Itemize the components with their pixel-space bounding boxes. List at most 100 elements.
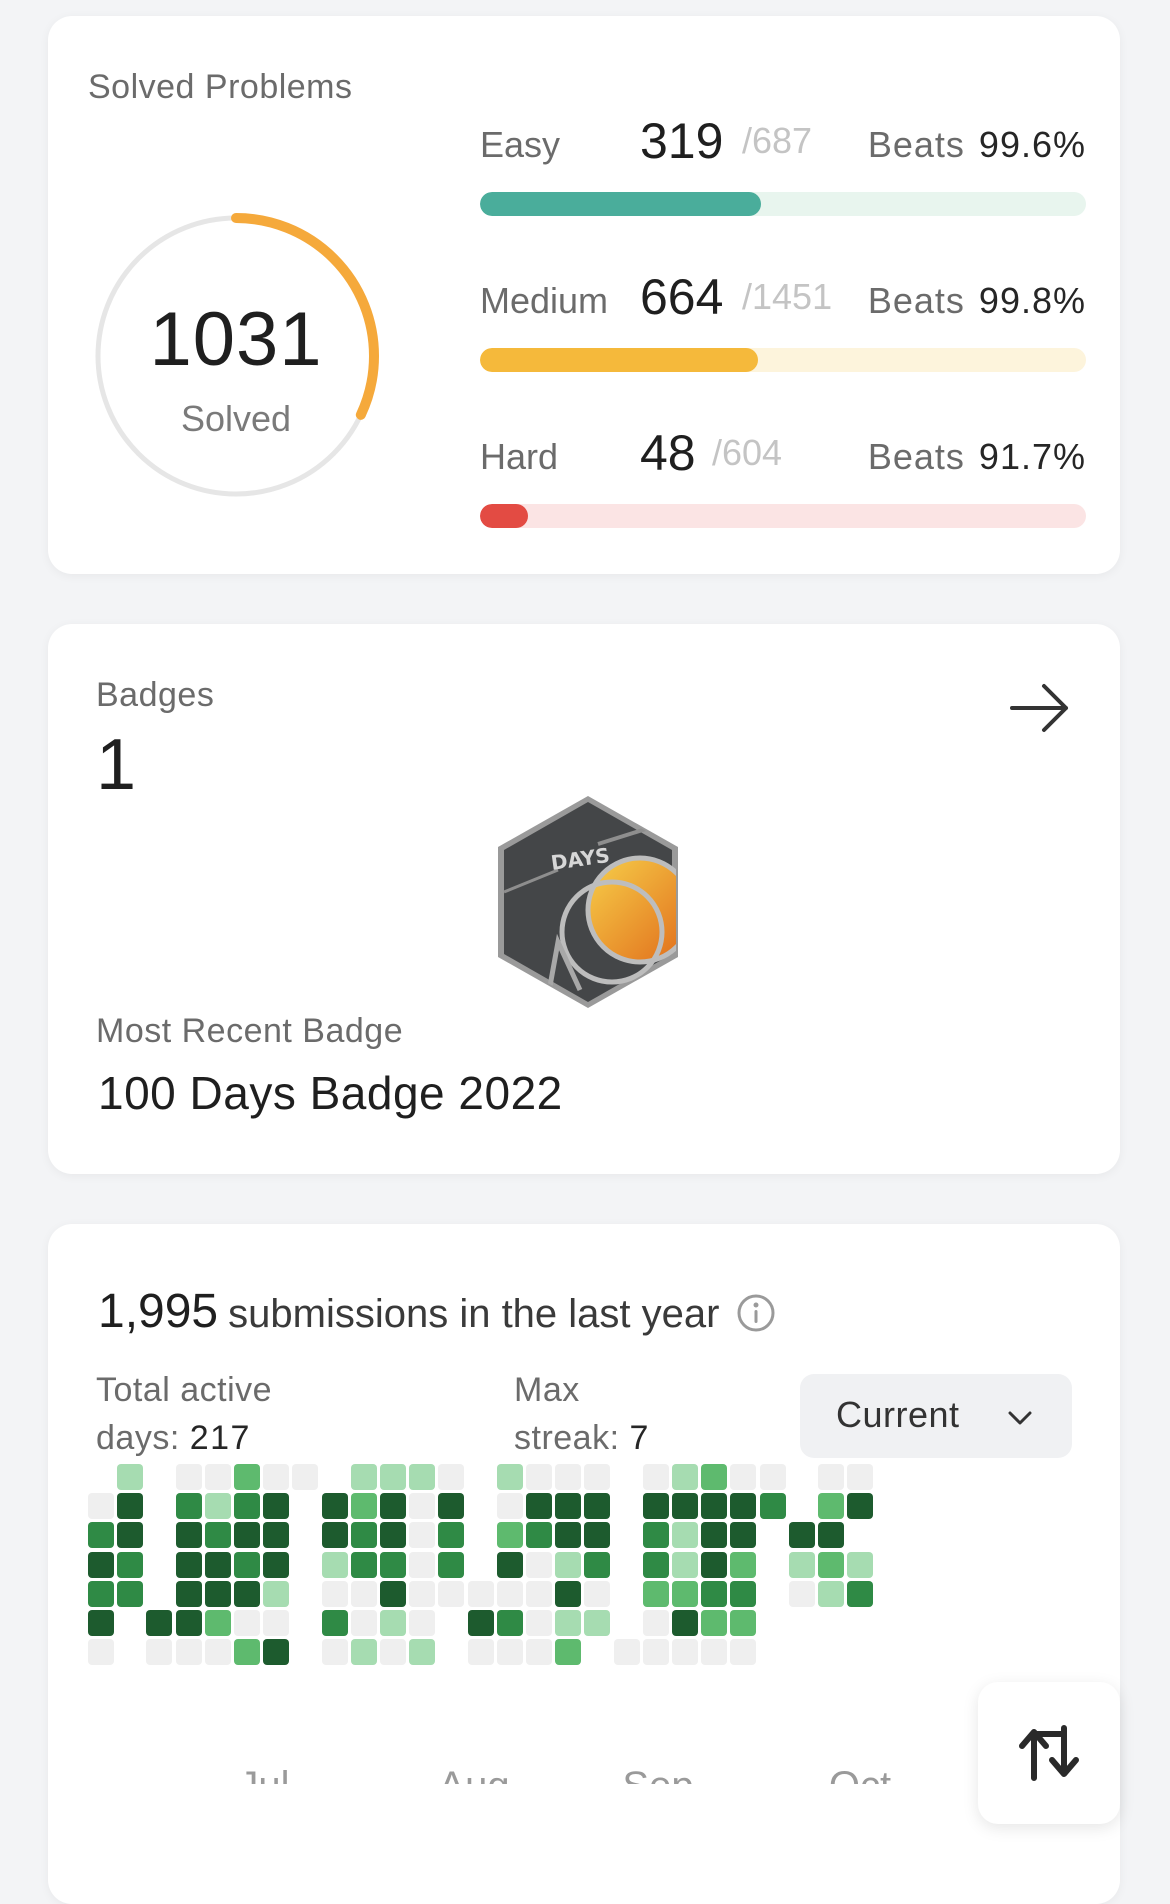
heatmap-cell[interactable] xyxy=(759,1493,786,1520)
heatmap-cell[interactable] xyxy=(526,1522,552,1549)
share-button[interactable] xyxy=(978,1682,1120,1824)
heatmap-cell[interactable] xyxy=(584,1610,611,1636)
heatmap-cell[interactable] xyxy=(117,1522,144,1549)
heatmap-cell[interactable] xyxy=(701,1639,728,1666)
heatmap-cell[interactable] xyxy=(380,1551,406,1578)
heatmap-cell[interactable] xyxy=(321,1639,348,1666)
heatmap-cell[interactable] xyxy=(204,1551,231,1578)
heatmap-cell[interactable] xyxy=(88,1522,114,1549)
heatmap-cell[interactable] xyxy=(88,1493,114,1520)
heatmap-cell[interactable] xyxy=(730,1522,757,1549)
heatmap-cell[interactable] xyxy=(818,1464,844,1490)
heatmap-cell[interactable] xyxy=(175,1580,202,1607)
heatmap-cell[interactable] xyxy=(234,1522,260,1549)
heatmap-cell[interactable] xyxy=(467,1639,494,1666)
heatmap-cell[interactable] xyxy=(672,1464,698,1490)
heatmap-cell[interactable] xyxy=(175,1610,202,1636)
heatmap-cell[interactable] xyxy=(88,1551,114,1578)
heatmap-cell[interactable] xyxy=(321,1522,348,1549)
heatmap-cell[interactable] xyxy=(409,1639,436,1666)
heatmap-cell[interactable] xyxy=(117,1464,144,1490)
heatmap-cell[interactable] xyxy=(788,1580,815,1607)
heatmap-cell[interactable] xyxy=(234,1551,260,1578)
heatmap-cell[interactable] xyxy=(555,1551,582,1578)
heatmap-cell[interactable] xyxy=(672,1522,698,1549)
heatmap-cell[interactable] xyxy=(409,1580,436,1607)
heatmap-cell[interactable] xyxy=(730,1551,757,1578)
heatmap-cell[interactable] xyxy=(526,1551,552,1578)
heatmap-cell[interactable] xyxy=(759,1464,786,1490)
heatmap-cell[interactable] xyxy=(263,1493,290,1520)
heatmap-cell[interactable] xyxy=(701,1580,728,1607)
heatmap-cell[interactable] xyxy=(642,1551,669,1578)
heatmap-cell[interactable] xyxy=(350,1464,377,1490)
heatmap-cell[interactable] xyxy=(847,1551,874,1578)
heatmap-cell[interactable] xyxy=(555,1580,582,1607)
heatmap-cell[interactable] xyxy=(234,1610,260,1636)
heatmap-cell[interactable] xyxy=(146,1639,173,1666)
heatmap-cell[interactable] xyxy=(146,1610,173,1636)
heatmap-cell[interactable] xyxy=(204,1464,231,1490)
heatmap-cell[interactable] xyxy=(584,1493,611,1520)
heatmap-cell[interactable] xyxy=(234,1464,260,1490)
heatmap-cell[interactable] xyxy=(234,1493,260,1520)
heatmap-cell[interactable] xyxy=(350,1493,377,1520)
heatmap-cell[interactable] xyxy=(701,1610,728,1636)
heatmap-cell[interactable] xyxy=(175,1522,202,1549)
heatmap-cell[interactable] xyxy=(292,1464,319,1490)
heatmap-cell[interactable] xyxy=(642,1522,669,1549)
heatmap-cell[interactable] xyxy=(409,1493,436,1520)
heatmap-cell[interactable] xyxy=(175,1464,202,1490)
heatmap-cell[interactable] xyxy=(380,1464,406,1490)
heatmap-cell[interactable] xyxy=(526,1464,552,1490)
heatmap-cell[interactable] xyxy=(701,1493,728,1520)
heatmap-cell[interactable] xyxy=(672,1610,698,1636)
heatmap-cell[interactable] xyxy=(555,1493,582,1520)
heatmap-cell[interactable] xyxy=(672,1551,698,1578)
heatmap-cell[interactable] xyxy=(730,1464,757,1490)
heatmap-cell[interactable] xyxy=(263,1639,290,1666)
heatmap-cell[interactable] xyxy=(204,1493,231,1520)
heatmap-cell[interactable] xyxy=(672,1639,698,1666)
heatmap-cell[interactable] xyxy=(496,1551,523,1578)
arrow-right-icon[interactable] xyxy=(1008,676,1072,740)
heatmap-cell[interactable] xyxy=(818,1551,844,1578)
heatmap-cell[interactable] xyxy=(438,1522,465,1549)
heatmap-cell[interactable] xyxy=(409,1610,436,1636)
heatmap-cell[interactable] xyxy=(642,1610,669,1636)
heatmap-cell[interactable] xyxy=(88,1580,114,1607)
heatmap-cell[interactable] xyxy=(88,1610,114,1636)
heatmap-cell[interactable] xyxy=(438,1464,465,1490)
heatmap-cell[interactable] xyxy=(234,1639,260,1666)
heatmap-cell[interactable] xyxy=(526,1610,552,1636)
heatmap-cell[interactable] xyxy=(526,1493,552,1520)
heatmap-cell[interactable] xyxy=(263,1551,290,1578)
heatmap-cell[interactable] xyxy=(788,1522,815,1549)
heatmap-cell[interactable] xyxy=(380,1610,406,1636)
heatmap-cell[interactable] xyxy=(584,1551,611,1578)
heatmap-cell[interactable] xyxy=(263,1580,290,1607)
heatmap-cell[interactable] xyxy=(175,1551,202,1578)
heatmap-cell[interactable] xyxy=(321,1610,348,1636)
heatmap-cell[interactable] xyxy=(642,1493,669,1520)
heatmap-cell[interactable] xyxy=(526,1639,552,1666)
heatmap-cell[interactable] xyxy=(234,1580,260,1607)
heatmap-cell[interactable] xyxy=(672,1493,698,1520)
heatmap-cell[interactable] xyxy=(204,1639,231,1666)
heatmap-cell[interactable] xyxy=(555,1639,582,1666)
heatmap-cell[interactable] xyxy=(818,1493,844,1520)
heatmap-cell[interactable] xyxy=(117,1580,144,1607)
heatmap-cell[interactable] xyxy=(204,1522,231,1549)
heatmap-cell[interactable] xyxy=(730,1580,757,1607)
heatmap-cell[interactable] xyxy=(584,1580,611,1607)
heatmap-cell[interactable] xyxy=(321,1551,348,1578)
heatmap-cell[interactable] xyxy=(380,1493,406,1520)
heatmap-cell[interactable] xyxy=(467,1580,494,1607)
heatmap-cell[interactable] xyxy=(496,1580,523,1607)
heatmap-cell[interactable] xyxy=(467,1610,494,1636)
heatmap-cell[interactable] xyxy=(730,1610,757,1636)
heatmap-cell[interactable] xyxy=(818,1580,844,1607)
badge-100-days-icon[interactable]: DAYS xyxy=(488,792,688,1012)
heatmap-cell[interactable] xyxy=(555,1464,582,1490)
heatmap-cell[interactable] xyxy=(438,1493,465,1520)
